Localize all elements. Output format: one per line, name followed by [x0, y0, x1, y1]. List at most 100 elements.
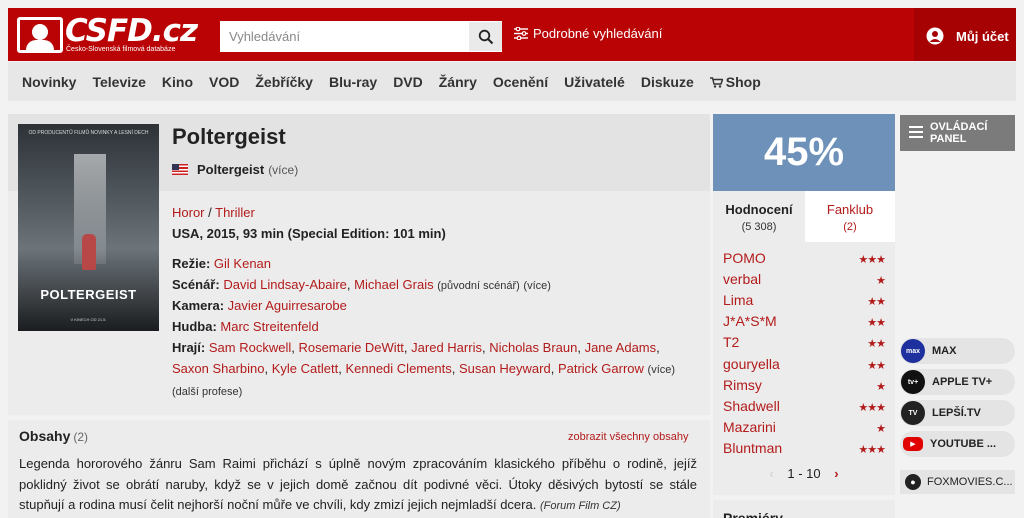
nav-item-zebricky[interactable]: Žebříčky — [255, 74, 313, 90]
rating-user-link[interactable]: Shadwell — [723, 398, 780, 414]
plot-title: Obsahy — [19, 428, 71, 444]
film-title: Poltergeist — [172, 124, 286, 149]
cast-link[interactable]: Jane Adams — [585, 340, 657, 355]
tab-fanclub-label: Fanklub — [826, 202, 874, 217]
rating-stars: ★★★ — [858, 444, 886, 456]
menu-icon — [909, 126, 923, 138]
tab-fanclub[interactable]: Fanklub (2) — [805, 191, 895, 242]
stream-max[interactable]: max MAX — [900, 338, 1015, 364]
tab-ratings-count: (5 308) — [741, 221, 777, 233]
music-label: Hudba: — [172, 319, 217, 334]
more-professions-link[interactable]: další profese — [176, 386, 239, 398]
us-flag-icon — [172, 164, 188, 175]
nav-item-kino[interactable]: Kino — [162, 74, 193, 90]
director-link[interactable]: Gil Kenan — [214, 256, 271, 271]
nav-item-televize[interactable]: Televize — [92, 74, 145, 90]
lepsi-tv-icon: TV — [901, 401, 925, 425]
cast-link[interactable]: Patrick Garrow — [558, 361, 644, 376]
rating-tabs: Hodnocení (5 308) Fanklub (2) — [713, 191, 895, 242]
list-item: Mazarini ★ — [723, 419, 886, 440]
rating-user-link[interactable]: gouryella — [723, 356, 780, 372]
rating-stars: ★ — [876, 275, 886, 287]
nav-item-vod[interactable]: VOD — [209, 74, 239, 90]
origin-text: USA, 2015, 93 min (Special Edition: 101 … — [172, 226, 446, 241]
search-icon — [478, 29, 493, 44]
cast-link[interactable]: Kennedi Clements — [345, 361, 451, 376]
ratings-pager: ‹ 1 - 10 › — [713, 466, 895, 481]
stream-lepsi-tv[interactable]: TV LEPŠÍ.TV — [900, 400, 1015, 426]
plot-text: Legenda hororového žánru Sam Raimi přich… — [19, 454, 697, 517]
rating-user-link[interactable]: J*A*S*M — [723, 313, 777, 329]
film-poster[interactable]: OD PRODUCENTŮ FILMŮ NOVINKY A LESNÍ DECH… — [18, 124, 159, 331]
rating-user-link[interactable]: Mazarini — [723, 419, 776, 435]
cast-label: Hrají: — [172, 340, 206, 355]
nav-item-dvd[interactable]: DVD — [393, 74, 423, 90]
genre-thriller-link[interactable]: Thriller — [215, 205, 255, 220]
control-panel-button[interactable]: OVLÁDACÍ PANEL — [900, 115, 1015, 151]
genre-horor-link[interactable]: Horor — [172, 205, 205, 220]
nav-item-zanry[interactable]: Žánry — [439, 74, 477, 90]
pager-prev-icon[interactable]: ‹ — [769, 466, 773, 481]
rating-user-link[interactable]: Rimsy — [723, 377, 762, 393]
cast-link[interactable]: Sam Rockwell — [209, 340, 291, 355]
poster-title: POLTERGEIST — [40, 287, 137, 302]
writer-link-1[interactable]: David Lindsay-Abaire — [223, 277, 347, 292]
rating-box: 45% — [713, 114, 895, 191]
plot-count: (2) — [73, 430, 89, 444]
writer-more-link[interactable]: (více) — [523, 280, 551, 292]
list-item: Bluntman ★★★ — [723, 440, 886, 461]
cast-link[interactable]: Susan Heyward — [459, 361, 551, 376]
rating-user-link[interactable]: Lima — [723, 292, 753, 308]
youtube-icon: ▶ — [903, 437, 923, 451]
rating-user-link[interactable]: POMO — [723, 250, 766, 266]
stream-apple-tv[interactable]: tv+ APPLE TV+ — [900, 369, 1015, 395]
cast-link[interactable]: Saxon Sharbino — [172, 361, 265, 376]
show-all-plots-link[interactable]: zobrazit všechny obsahy — [568, 431, 688, 443]
search-button[interactable] — [469, 22, 502, 51]
pager-next-icon[interactable]: › — [834, 466, 838, 481]
poster-release: V KINECH OD 21.5. — [70, 317, 107, 322]
cast-link[interactable]: Jared Harris — [411, 340, 482, 355]
alt-title-name: Poltergeist — [197, 162, 265, 177]
poster-tagline: OD PRODUCENTŮ FILMŮ NOVINKY A LESNÍ DECH — [28, 130, 149, 136]
cast-link[interactable]: Kyle Catlett — [272, 361, 338, 376]
cast-more-link[interactable]: (více) — [648, 364, 676, 376]
cast-link[interactable]: Nicholas Braun — [489, 340, 577, 355]
nav-item-oceneni[interactable]: Ocenění — [493, 74, 548, 90]
camera-link[interactable]: Javier Aguirresarobe — [228, 298, 347, 313]
nav-item-bluray[interactable]: Blu-ray — [329, 74, 377, 90]
rating-user-link[interactable]: Bluntman — [723, 440, 782, 456]
rating-stars: ★ — [876, 381, 886, 393]
nav-item-uzivatele[interactable]: Uživatelé — [564, 74, 625, 90]
stream-foxmovies[interactable]: ● FOXMOVIES.C... — [900, 470, 1015, 494]
account-button[interactable]: Můj účet — [926, 27, 1009, 45]
max-icon: max — [901, 339, 925, 363]
nav-item-shop-label: Shop — [725, 73, 761, 90]
tab-ratings[interactable]: Hodnocení (5 308) — [713, 191, 805, 242]
music-link[interactable]: Marc Streitenfeld — [220, 319, 318, 334]
logo-subtitle: Česko-Slovenská filmová databáze — [66, 46, 176, 53]
stream-label: LEPŠÍ.TV — [932, 407, 981, 419]
nav-item-novinky[interactable]: Novinky — [22, 74, 76, 90]
nav-item-shop[interactable]: Shop — [709, 73, 761, 90]
stream-label: YOUTUBE ... — [930, 438, 997, 450]
rating-user-link[interactable]: T2 — [723, 334, 739, 350]
film-origin: USA, 2015, 93 min (Special Edition: 101 … — [172, 223, 446, 244]
logo-text: CSFD.cz — [65, 13, 198, 49]
rating-user-link[interactable]: verbal — [723, 271, 761, 287]
cast-link[interactable]: Rosemarie DeWitt — [298, 340, 403, 355]
alt-title-more-link[interactable]: (více) — [268, 163, 298, 177]
site-logo[interactable]: CSFD.cz Česko-Slovenská filmová databáze — [17, 13, 198, 55]
advanced-search-label: Podrobné vyhledávání — [533, 26, 663, 41]
cast-row-1: Hrají: Sam Rockwell, Rosemarie DeWitt, J… — [172, 340, 660, 355]
stream-youtube[interactable]: ▶ YOUTUBE ... — [900, 431, 1015, 457]
search-input[interactable] — [221, 22, 469, 51]
writer-link-2[interactable]: Michael Grais — [354, 277, 433, 292]
list-item: gouryella ★★ — [723, 356, 886, 377]
list-item: J*A*S*M ★★ — [723, 313, 886, 334]
nav-item-diskuze[interactable]: Diskuze — [641, 74, 694, 90]
rating-stars: ★★ — [867, 317, 886, 329]
tab-fanclub-count: (2) — [843, 221, 857, 233]
list-item: T2 ★★ — [723, 334, 886, 355]
advanced-search-link[interactable]: Podrobné vyhledávání — [514, 26, 662, 41]
